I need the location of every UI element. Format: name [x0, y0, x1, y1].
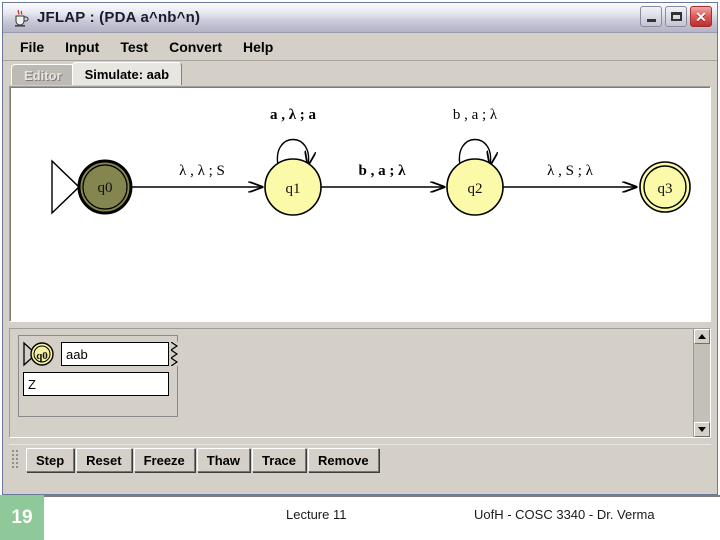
- window-controls: ✕: [640, 6, 712, 27]
- stack-contents: Z: [23, 372, 169, 396]
- scroll-up-icon: [698, 334, 706, 339]
- freeze-button[interactable]: Freeze: [133, 448, 195, 472]
- state-label-q0: q0: [98, 180, 113, 196]
- toolbar-drag-handle[interactable]: [11, 448, 20, 472]
- trace-button[interactable]: Trace: [252, 448, 307, 472]
- configuration-scrollbar[interactable]: [693, 329, 710, 437]
- initial-state-arrow: [51, 159, 81, 215]
- thaw-button[interactable]: Thaw: [196, 448, 251, 472]
- input-tape: aab: [61, 342, 169, 366]
- configuration-top-row: q0 aab: [19, 336, 181, 370]
- scroll-up-button[interactable]: [694, 329, 710, 344]
- transition-label-q2-self[interactable]: b , a ; λ: [453, 107, 498, 123]
- close-button[interactable]: ✕: [690, 6, 712, 27]
- transition-label-q1-self[interactable]: a , λ ; a: [270, 107, 317, 123]
- remove-button[interactable]: Remove: [308, 448, 379, 472]
- transition-label-q2-q3[interactable]: λ , S ; λ: [547, 163, 594, 179]
- state-q2[interactable]: q2: [446, 158, 504, 216]
- slide: JFLAP : (PDA a^nb^n) ✕ File Input Test C…: [0, 0, 720, 540]
- window-title: JFLAP : (PDA a^nb^n): [37, 9, 201, 26]
- footer-course-label: UofH - COSC 3340 - Dr. Verma: [474, 507, 655, 522]
- state-q1[interactable]: q1: [264, 158, 322, 216]
- simulation-panel: q0 aab Z: [9, 328, 711, 438]
- maximize-icon: [670, 12, 682, 21]
- state-q0[interactable]: q0: [77, 159, 133, 215]
- state-label-q2: q2: [468, 181, 483, 197]
- scrollbar-track[interactable]: [694, 344, 710, 422]
- menu-item-file[interactable]: File: [11, 38, 53, 56]
- automaton-canvas[interactable]: q0 q1 q2 q3 λ , λ ; S a , λ ; a b , a ; …: [9, 86, 711, 322]
- jflap-window: JFLAP : (PDA a^nb^n) ✕ File Input Test C…: [2, 2, 718, 495]
- step-button[interactable]: Step: [26, 448, 75, 472]
- maximize-button[interactable]: [665, 6, 687, 27]
- menu-item-input[interactable]: Input: [56, 38, 108, 56]
- java-coffee-cup-icon: [11, 8, 31, 28]
- slide-footer: 19 Lecture 11 UofH - COSC 3340 - Dr. Ver…: [0, 495, 720, 540]
- reset-button[interactable]: Reset: [76, 448, 132, 472]
- menu-item-convert[interactable]: Convert: [160, 38, 231, 56]
- menu-bar: File Input Test Convert Help: [3, 33, 717, 61]
- title-bar: JFLAP : (PDA a^nb^n) ✕: [3, 3, 717, 33]
- minimize-icon: [646, 18, 656, 22]
- scroll-down-icon: [698, 427, 706, 432]
- configuration-item[interactable]: q0 aab Z: [18, 335, 181, 417]
- automaton-diagram: q0 q1 q2 q3 λ , λ ; S a , λ ; a b , a ; …: [51, 107, 691, 216]
- state-q3[interactable]: q3: [639, 161, 691, 213]
- footer-divider: [0, 495, 720, 497]
- footer-lecture-label: Lecture 11: [286, 507, 347, 522]
- minimize-button[interactable]: [640, 6, 662, 27]
- transition-label-q1-q2[interactable]: b , a ; λ: [359, 163, 407, 179]
- state-label-q3: q3: [658, 181, 673, 197]
- transition-label-q0-q1[interactable]: λ , λ ; S: [179, 163, 225, 179]
- simulation-toolbar: Step Reset Freeze Thaw Trace Remove: [9, 444, 711, 475]
- configuration-list[interactable]: q0 aab Z: [10, 329, 693, 437]
- svg-text:q0: q0: [36, 350, 48, 362]
- tab-editor[interactable]: Editor: [11, 64, 75, 85]
- page-number-badge: 19: [0, 495, 44, 540]
- close-icon: ✕: [695, 8, 707, 25]
- tape-torn-edge-icon: [169, 341, 181, 367]
- menu-item-help[interactable]: Help: [234, 38, 282, 56]
- menu-item-test[interactable]: Test: [111, 38, 157, 56]
- state-label-q1: q1: [286, 181, 301, 197]
- configuration-state-icon: q0: [23, 340, 57, 368]
- tab-simulate[interactable]: Simulate: aab: [71, 62, 183, 85]
- scroll-down-button[interactable]: [694, 422, 710, 437]
- tab-strip: Editor Simulate: aab: [3, 61, 717, 85]
